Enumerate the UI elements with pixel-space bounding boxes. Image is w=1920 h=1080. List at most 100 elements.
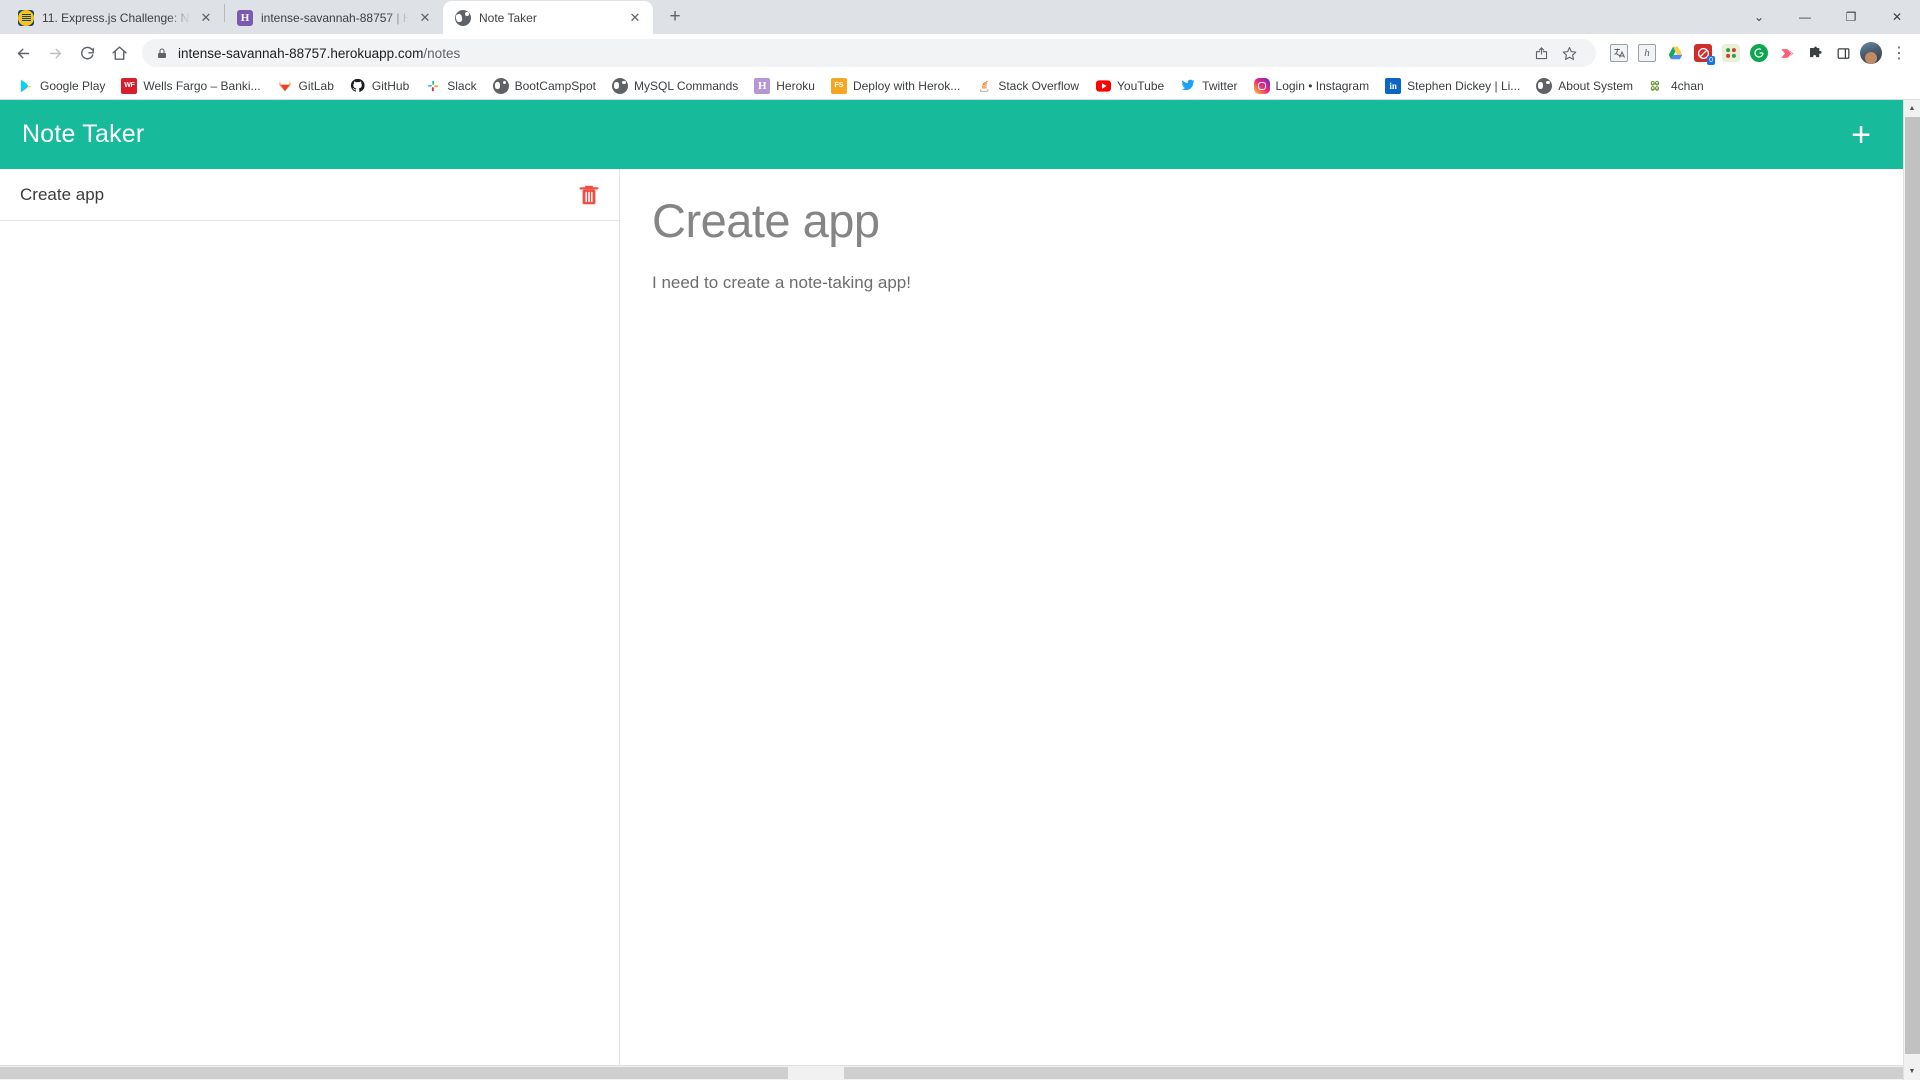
bookmark-label: 4chan — [1671, 79, 1704, 93]
browser-window: 11. Express.js Challenge: Note Tak ✕ H i… — [0, 0, 1920, 1080]
app-body: Create app — [0, 169, 1903, 1065]
bookmark-label: BootCampSpot — [515, 79, 596, 93]
bookmark-heroku[interactable]: H Heroku — [746, 74, 823, 98]
bookmark-slack[interactable]: Slack — [417, 74, 484, 98]
browser-tab-3-active[interactable]: Note Taker ✕ — [443, 1, 653, 34]
bookmark-star-icon[interactable] — [1556, 40, 1582, 66]
notion-extension-icon[interactable] — [1718, 44, 1744, 62]
scroll-track-vertical[interactable] — [1904, 117, 1920, 1063]
reload-icon[interactable] — [72, 38, 102, 68]
twitter-icon — [1180, 78, 1196, 94]
browser-tab-1[interactable]: 11. Express.js Challenge: Note Tak ✕ — [6, 1, 224, 34]
bookmark-wells-fargo[interactable]: WF Wells Fargo – Banki... — [113, 74, 268, 98]
bookmark-label: Deploy with Herok... — [853, 79, 960, 93]
bookmark-linkedin[interactable]: in Stephen Dickey | Li... — [1377, 74, 1528, 98]
bookmark-instagram[interactable]: Login • Instagram — [1246, 74, 1378, 98]
note-detail-text[interactable]: I need to create a note-taking app! — [652, 273, 1903, 293]
gitlab-icon — [277, 78, 293, 94]
honey-extension-icon[interactable]: h — [1634, 44, 1660, 62]
tab-close-icon[interactable]: ✕ — [417, 10, 433, 26]
bootcamp-icon — [18, 10, 34, 26]
home-icon[interactable] — [104, 38, 134, 68]
bookmark-bootcampspot[interactable]: BootCampSpot — [485, 74, 604, 98]
forward-icon[interactable] — [40, 38, 70, 68]
address-bar[interactable]: intense-savannah-88757.herokuapp.com/not… — [142, 39, 1596, 67]
app-header: Note Taker + — [0, 100, 1903, 169]
bookmark-deploy-with-heroku[interactable]: FS Deploy with Herok... — [823, 74, 968, 98]
extensions-puzzle-icon[interactable] — [1802, 44, 1828, 62]
bookmark-label: Twitter — [1202, 79, 1237, 93]
bookmark-label: MySQL Commands — [634, 79, 738, 93]
fullstack-icon: FS — [831, 78, 847, 94]
bookmark-about-system[interactable]: About System — [1528, 74, 1641, 98]
bookmark-label: YouTube — [1117, 79, 1164, 93]
note-detail-title[interactable]: Create app — [652, 195, 1903, 247]
bookmark-4chan[interactable]: 4chan — [1641, 74, 1712, 98]
scroll-thumb-horizontal[interactable] — [790, 1067, 842, 1079]
bookmark-label: Heroku — [776, 79, 815, 93]
browser-tab-2[interactable]: H intense-savannah-88757 | Heroku ✕ — [225, 1, 443, 34]
back-icon[interactable] — [8, 38, 38, 68]
google-play-icon — [18, 78, 34, 94]
page-viewport: Note Taker + Create app — [0, 100, 1920, 1080]
close-window-button[interactable]: ✕ — [1874, 0, 1920, 33]
list-item[interactable]: Create app — [0, 169, 619, 221]
bookmark-label: Stack Overflow — [998, 79, 1079, 93]
bookmark-twitter[interactable]: Twitter — [1172, 74, 1245, 98]
globe-icon — [1536, 78, 1552, 94]
lock-icon — [156, 47, 168, 60]
bookmark-label: GitLab — [299, 79, 334, 93]
translate-extension-icon[interactable] — [1606, 44, 1632, 62]
new-tab-button[interactable]: + — [661, 3, 689, 31]
delete-note-trash-icon[interactable] — [579, 184, 599, 206]
wells-fargo-icon: WF — [121, 78, 137, 94]
note-title: Create app — [20, 185, 104, 205]
tab-title: Note Taker — [479, 11, 619, 25]
bookmark-label: Stephen Dickey | Li... — [1407, 79, 1520, 93]
note-detail: Create app I need to create a note-takin… — [620, 169, 1903, 1065]
tab-strip: 11. Express.js Challenge: Note Tak ✕ H i… — [0, 0, 1920, 34]
bookmark-stack-overflow[interactable]: Stack Overflow — [968, 74, 1087, 98]
bookmark-mysql-commands[interactable]: MySQL Commands — [604, 74, 746, 98]
bookmark-label: About System — [1558, 79, 1633, 93]
scroll-up-arrow-icon[interactable]: ▲ — [1904, 100, 1920, 117]
profile-avatar[interactable] — [1858, 40, 1884, 66]
scroll-thumb-vertical[interactable] — [1905, 117, 1920, 1054]
url-text: intense-savannah-88757.herokuapp.com/not… — [178, 46, 460, 61]
instagram-icon — [1254, 78, 1270, 94]
adblock-extension-icon[interactable]: 0 — [1690, 44, 1716, 62]
note-taker-app: Note Taker + Create app — [0, 100, 1903, 1080]
horizontal-scrollbar[interactable] — [0, 1065, 1903, 1080]
google-drive-extension-icon[interactable] — [1662, 44, 1688, 62]
window-controls: ⌄ — ❐ ✕ — [1736, 0, 1920, 33]
github-icon — [350, 78, 366, 94]
vertical-scrollbar[interactable]: ▲ ▼ — [1903, 100, 1920, 1080]
bookmark-label: Slack — [447, 79, 476, 93]
bookmark-label: Wells Fargo – Banki... — [143, 79, 260, 93]
linkedin-icon: in — [1385, 78, 1401, 94]
browser-menu-icon[interactable]: ⋮ — [1886, 40, 1912, 66]
side-panel-icon[interactable] — [1830, 44, 1856, 62]
tab-close-icon[interactable]: ✕ — [198, 10, 214, 26]
bookmark-youtube[interactable]: YouTube — [1087, 74, 1172, 98]
bookmark-gitlab[interactable]: GitLab — [269, 74, 342, 98]
minimize-button[interactable]: — — [1782, 0, 1828, 33]
page-title: Note Taker — [22, 120, 144, 149]
tab-search-button[interactable]: ⌄ — [1736, 0, 1782, 33]
youtube-icon — [1095, 78, 1111, 94]
new-note-button[interactable]: + — [1841, 118, 1881, 152]
tab-close-icon[interactable]: ✕ — [627, 10, 643, 26]
maximize-button[interactable]: ❐ — [1828, 0, 1874, 33]
extension-badge: 0 — [1707, 56, 1715, 65]
bookmark-label: Google Play — [40, 79, 105, 93]
omnibox-actions — [1528, 40, 1582, 66]
pocket-extension-icon[interactable] — [1774, 44, 1800, 62]
heroku-icon: H — [754, 78, 770, 94]
grammarly-extension-icon[interactable] — [1746, 44, 1772, 62]
tab-title: 11. Express.js Challenge: Note Tak — [42, 11, 190, 25]
scroll-down-arrow-icon[interactable]: ▼ — [1904, 1063, 1920, 1080]
bookmark-google-play[interactable]: Google Play — [10, 74, 113, 98]
share-icon[interactable] — [1528, 40, 1554, 66]
bookmark-github[interactable]: GitHub — [342, 74, 417, 98]
url-path: /notes — [423, 46, 460, 61]
